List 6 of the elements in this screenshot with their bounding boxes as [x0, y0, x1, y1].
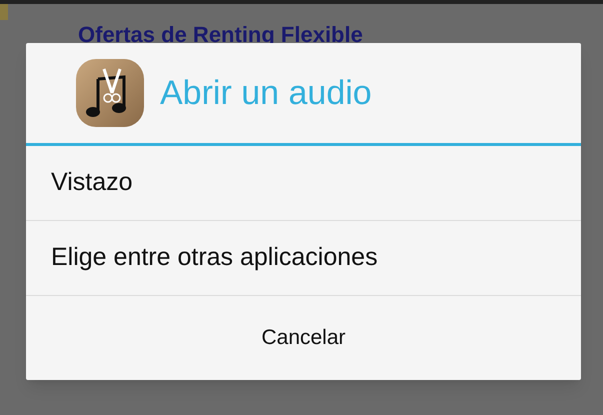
dialog-title: Abrir un audio	[160, 72, 372, 114]
music-scissors-icon	[74, 57, 146, 129]
thumbnail	[0, 4, 8, 20]
cancel-button[interactable]: Cancelar	[26, 296, 581, 380]
app-option[interactable]: Elige entre otras aplicaciones	[26, 221, 581, 296]
app-option[interactable]: Vistazo	[26, 146, 581, 221]
